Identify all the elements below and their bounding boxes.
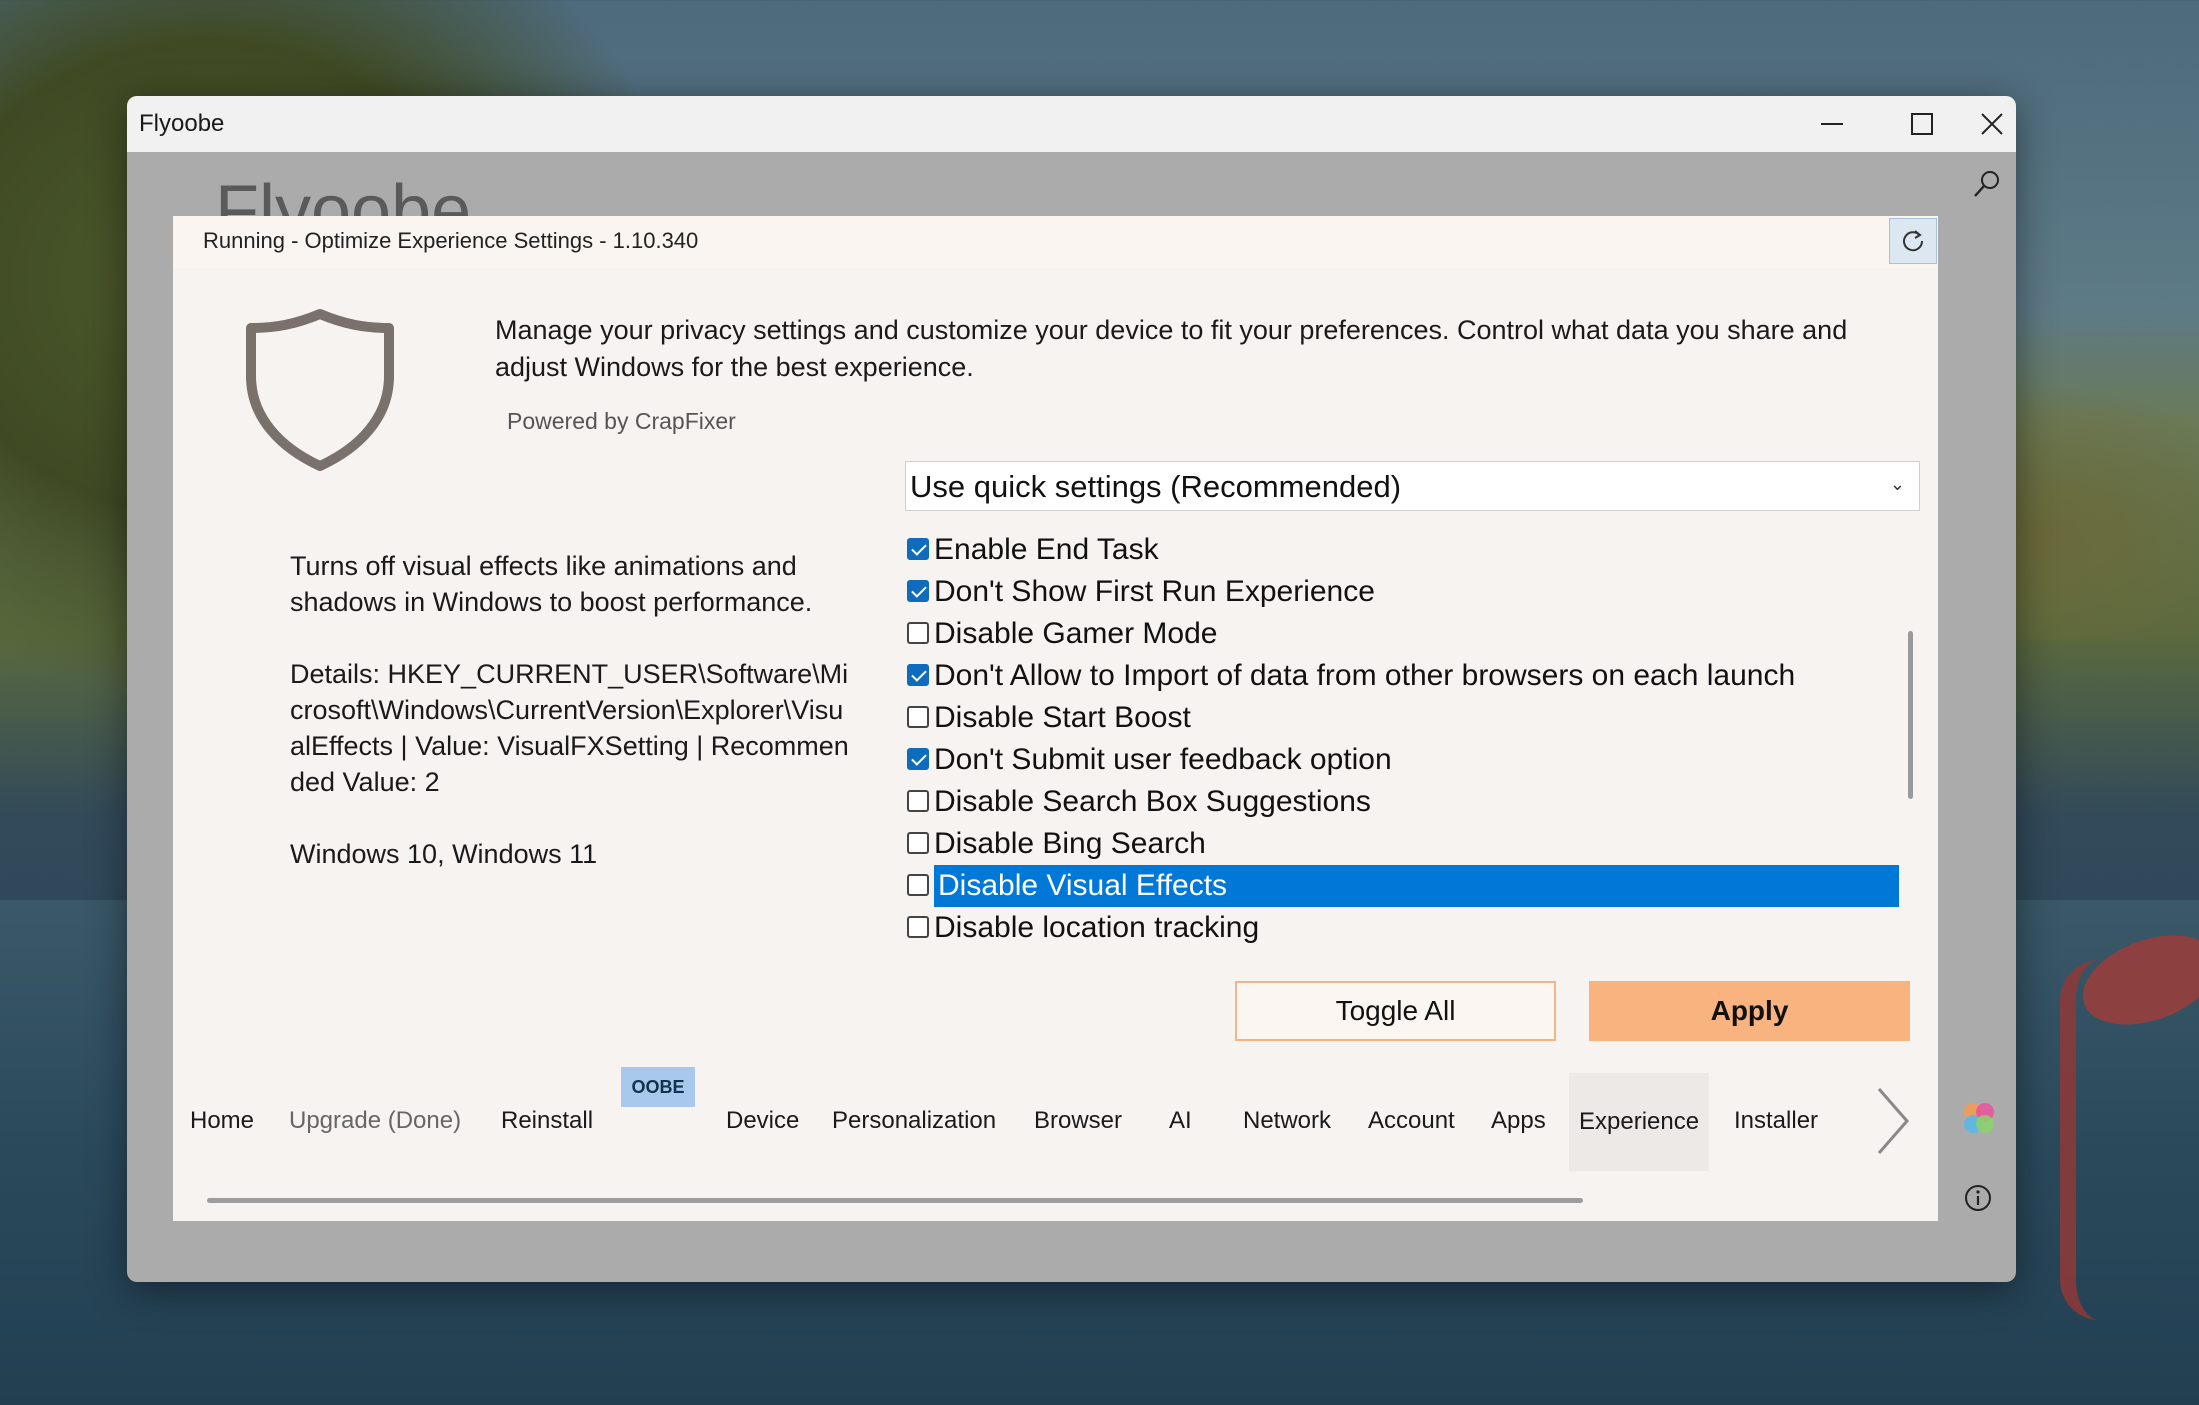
list-item[interactable]: Disable Bing Search	[905, 823, 1899, 865]
list-item[interactable]: Disable Visual Effects	[905, 865, 1899, 907]
toggle-all-button[interactable]: Toggle All	[1235, 981, 1556, 1041]
dialog-header: Running - Optimize Experience Settings -…	[173, 216, 1938, 268]
search-button[interactable]	[1965, 162, 2009, 206]
option-checkbox[interactable]	[907, 874, 929, 896]
option-checkbox[interactable]	[907, 580, 929, 602]
window-title: Flyoobe	[139, 110, 225, 137]
dialog-description: Manage your privacy settings and customi…	[495, 315, 1848, 382]
list-item[interactable]: Disable Start Boost	[905, 697, 1899, 739]
minimize-icon	[1821, 123, 1843, 125]
oobe-badge[interactable]: OOBE	[621, 1067, 695, 1107]
dialog-status-title: Running - Optimize Experience Settings -…	[203, 228, 699, 253]
title-bar[interactable]: Flyoobe	[127, 96, 2016, 152]
option-checkbox[interactable]	[907, 790, 929, 812]
app-window: Flyoobe Flyoobe Running - Optimize Exper…	[127, 96, 2016, 1282]
list-item[interactable]: Disable Gamer Mode	[905, 613, 1899, 655]
powered-by-label: Powered by CrapFixer	[507, 408, 736, 434]
list-item[interactable]: Don't Show First Run Experience	[905, 571, 1899, 613]
list-item[interactable]: Don't Submit user feedback option	[905, 739, 1899, 781]
option-info-panel: Turns off visual effects like animations…	[290, 548, 850, 908]
tabs-scrollbar[interactable]	[207, 1198, 1583, 1203]
chevron-right-icon	[1877, 1088, 1909, 1154]
tab-account[interactable]: Account	[1368, 1101, 1455, 1141]
tab-network[interactable]: Network	[1243, 1101, 1331, 1141]
tab-reinstall[interactable]: Reinstall	[501, 1101, 593, 1141]
option-label: Disable Gamer Mode	[934, 617, 1218, 650]
chevron-down-icon: ⌄	[1889, 474, 1905, 494]
tab-apps[interactable]: Apps	[1491, 1101, 1546, 1141]
tabs-next-button[interactable]	[1865, 1083, 1921, 1159]
tab-device[interactable]: Device	[726, 1101, 799, 1141]
list-item[interactable]: Don't Allow to Import of data from other…	[905, 655, 1899, 697]
nav-tabs: OOBE Home Upgrade (Done) Reinstall Devic…	[173, 1061, 1938, 1201]
tab-browser[interactable]: Browser	[1034, 1101, 1122, 1141]
tab-ai[interactable]: AI	[1169, 1101, 1192, 1141]
option-label: Disable location tracking	[934, 911, 1260, 944]
option-checkbox[interactable]	[907, 622, 929, 644]
tab-home[interactable]: Home	[190, 1101, 254, 1141]
list-item[interactable]: Enable End Task	[905, 529, 1899, 571]
option-checkbox[interactable]	[907, 706, 929, 728]
option-label: Don't Submit user feedback option	[934, 743, 1392, 776]
option-checkbox[interactable]	[907, 538, 929, 560]
shield-icon	[246, 309, 394, 471]
refresh-button[interactable]	[1889, 218, 1937, 264]
wallpaper-flamingo-neck	[2060, 960, 2106, 1320]
option-checkbox[interactable]	[907, 916, 929, 938]
option-checkbox[interactable]	[907, 664, 929, 686]
maximize-button[interactable]	[1877, 96, 1967, 152]
list-item[interactable]: Disable location tracking	[905, 907, 1899, 949]
tab-experience[interactable]: Experience	[1569, 1073, 1710, 1171]
list-item[interactable]: Disable Search Box Suggestions	[905, 781, 1899, 823]
option-checkbox[interactable]	[907, 832, 929, 854]
option-details: Details: HKEY_CURRENT_USER\Software\Micr…	[290, 659, 849, 797]
option-label: Disable Bing Search	[934, 827, 1206, 860]
tab-personalization[interactable]: Personalization	[832, 1101, 996, 1141]
copilot-icon[interactable]	[1959, 1098, 1999, 1138]
close-button[interactable]	[1967, 96, 2016, 152]
option-summary: Turns off visual effects like animations…	[290, 551, 813, 617]
option-label: Don't Allow to Import of data from other…	[934, 659, 1796, 692]
mode-select-value: Use quick settings (Recommended)	[910, 469, 1402, 504]
maximize-icon	[1911, 113, 1933, 135]
info-icon[interactable]	[1963, 1183, 1993, 1213]
option-checkbox[interactable]	[907, 748, 929, 770]
options-list[interactable]: Enable End Task Don't Show First Run Exp…	[905, 529, 1910, 949]
minimize-button[interactable]	[1787, 96, 1877, 152]
option-label: Enable End Task	[934, 533, 1159, 566]
option-label: Don't Show First Run Experience	[934, 575, 1375, 608]
scroll-corner	[1890, 1188, 1938, 1221]
close-icon	[1980, 113, 2003, 135]
refresh-icon	[1903, 230, 1924, 252]
option-label: Disable Search Box Suggestions	[934, 785, 1371, 818]
options-scrollbar[interactable]	[1908, 631, 1913, 799]
search-icon	[1974, 171, 1999, 197]
tab-installer[interactable]: Installer	[1734, 1101, 1818, 1141]
option-label: Disable Visual Effects	[934, 865, 1899, 907]
option-label: Disable Start Boost	[934, 701, 1191, 734]
apply-button[interactable]: Apply	[1589, 981, 1910, 1041]
option-platforms: Windows 10, Windows 11	[290, 839, 598, 869]
mode-select[interactable]: Use quick settings (Recommended) ⌄	[905, 461, 1920, 511]
optimize-dialog: Running - Optimize Experience Settings -…	[173, 216, 1938, 1221]
tab-upgrade[interactable]: Upgrade (Done)	[289, 1101, 461, 1141]
